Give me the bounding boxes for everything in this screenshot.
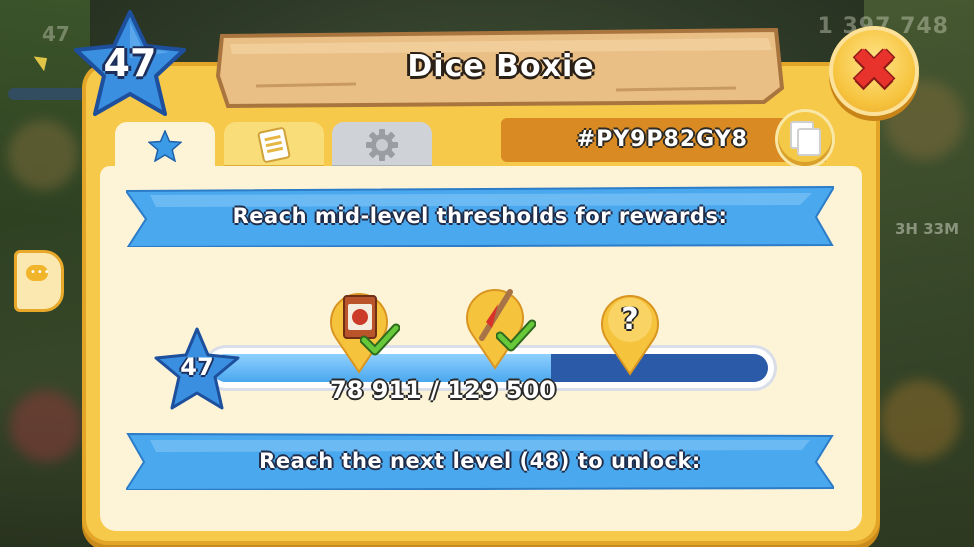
reward-marker-1[interactable] — [328, 290, 400, 374]
star-icon — [148, 130, 182, 162]
reward-marker-3[interactable]: ? — [599, 292, 661, 376]
copy-id-button[interactable] — [778, 112, 832, 166]
tab-settings[interactable] — [332, 122, 432, 168]
unlock-banner: Reach the next level (48) to unlock: — [126, 432, 834, 490]
rewards-banner: Reach mid-level thresholds for rewards: — [126, 185, 834, 247]
background-level-text: 47 — [42, 22, 70, 46]
checkmark-icon — [360, 323, 400, 356]
title-plank: Dice Boxie — [216, 26, 786, 108]
checkmark-icon — [496, 319, 536, 352]
document-icon — [257, 127, 291, 163]
chat-button[interactable]: ••• — [14, 250, 64, 312]
page-title: Dice Boxie — [407, 49, 595, 84]
question-mark-icon: ? — [621, 302, 639, 337]
player-id-box: #PY9P82GY8 — [501, 112, 832, 166]
unlock-banner-text: Reach the next level (48) to unlock: — [259, 449, 701, 473]
current-level-number: 47 — [180, 353, 214, 381]
level-number: 47 — [103, 41, 157, 85]
player-id-text: #PY9P82GY8 — [576, 127, 748, 152]
background-blob — [8, 120, 78, 190]
close-button[interactable]: ✖ — [829, 26, 919, 116]
progress-text: 78 911 / 129 500 — [330, 376, 556, 404]
rewards-banner-text: Reach mid-level thresholds for rewards: — [232, 204, 728, 228]
tab-profile[interactable] — [115, 122, 215, 170]
background-blob — [10, 390, 82, 462]
close-x-icon: ✖ — [849, 35, 899, 103]
gear-icon — [365, 128, 399, 162]
tab-achievements[interactable] — [224, 122, 324, 168]
current-level-star: 47 — [152, 326, 242, 412]
background-blob — [880, 380, 960, 460]
reward-marker-2[interactable] — [464, 286, 536, 370]
level-badge: 47 — [70, 8, 190, 120]
background-timer-text: 3H 33M — [894, 220, 959, 238]
